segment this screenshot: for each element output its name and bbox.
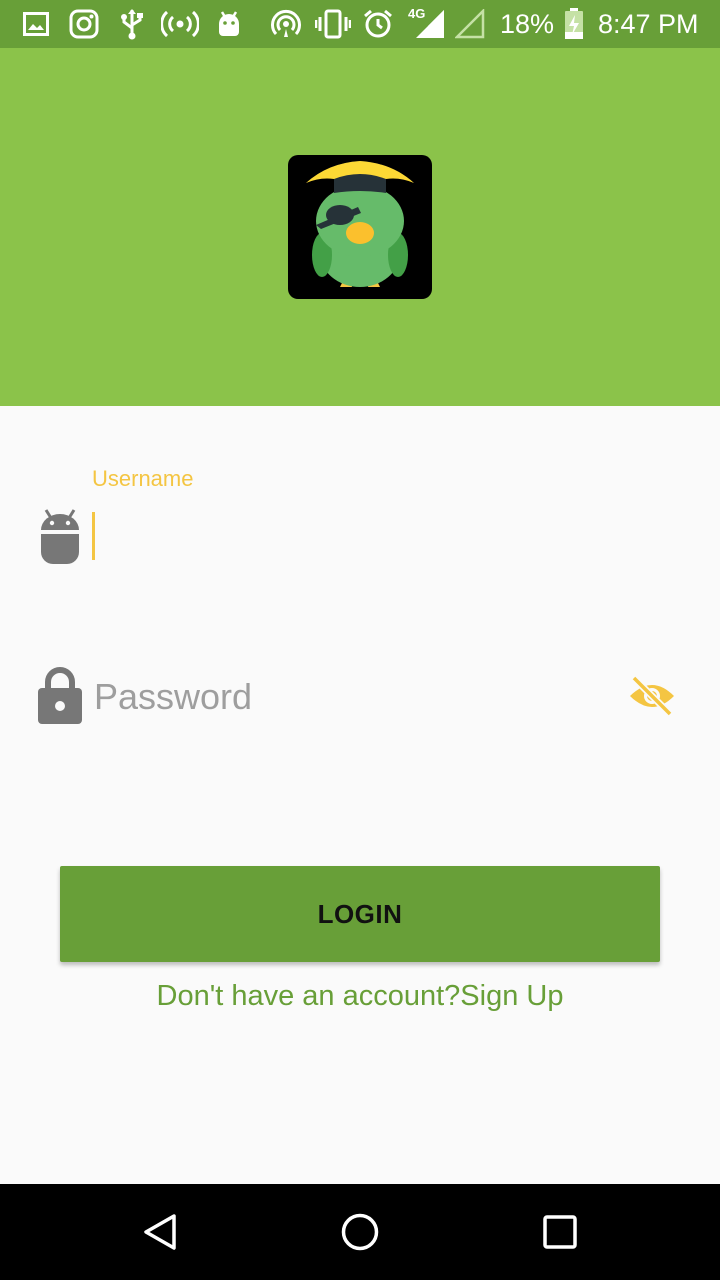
instagram-icon bbox=[68, 8, 100, 40]
lock-icon bbox=[36, 666, 84, 726]
network-label: 4G bbox=[408, 6, 426, 21]
text-cursor bbox=[92, 512, 95, 560]
battery-charging-icon bbox=[564, 8, 584, 40]
android-icon bbox=[214, 8, 244, 40]
alarm-icon bbox=[362, 8, 394, 40]
hotspot-icon bbox=[160, 8, 200, 40]
home-icon[interactable] bbox=[330, 1202, 390, 1262]
back-icon[interactable] bbox=[130, 1202, 190, 1262]
recents-icon[interactable] bbox=[530, 1202, 590, 1262]
vibrate-icon bbox=[314, 8, 352, 40]
username-floating-label: Username bbox=[92, 466, 194, 491]
navigation-bar bbox=[0, 1184, 720, 1280]
signal-icon: 4G bbox=[408, 6, 446, 40]
gallery-icon bbox=[22, 8, 50, 40]
pirate-parrot-logo bbox=[306, 161, 414, 287]
battery-percent: 18% bbox=[500, 9, 555, 39]
app-logo bbox=[288, 155, 432, 299]
status-time: 8:47 PM bbox=[598, 9, 699, 39]
android-user-icon bbox=[38, 506, 82, 568]
signup-link[interactable]: Don't have an account?Sign Up bbox=[0, 980, 720, 1013]
login-button[interactable]: LOGIN bbox=[60, 866, 660, 962]
username-input[interactable] bbox=[100, 504, 664, 570]
status-bar: 4G 18% 8:47 PM bbox=[0, 0, 720, 48]
usb-icon bbox=[118, 8, 146, 40]
visibility-off-icon[interactable] bbox=[626, 672, 678, 720]
signal-empty-icon bbox=[454, 8, 486, 40]
password-input[interactable] bbox=[92, 664, 616, 730]
header-banner bbox=[0, 48, 720, 406]
cast-icon bbox=[270, 8, 302, 40]
